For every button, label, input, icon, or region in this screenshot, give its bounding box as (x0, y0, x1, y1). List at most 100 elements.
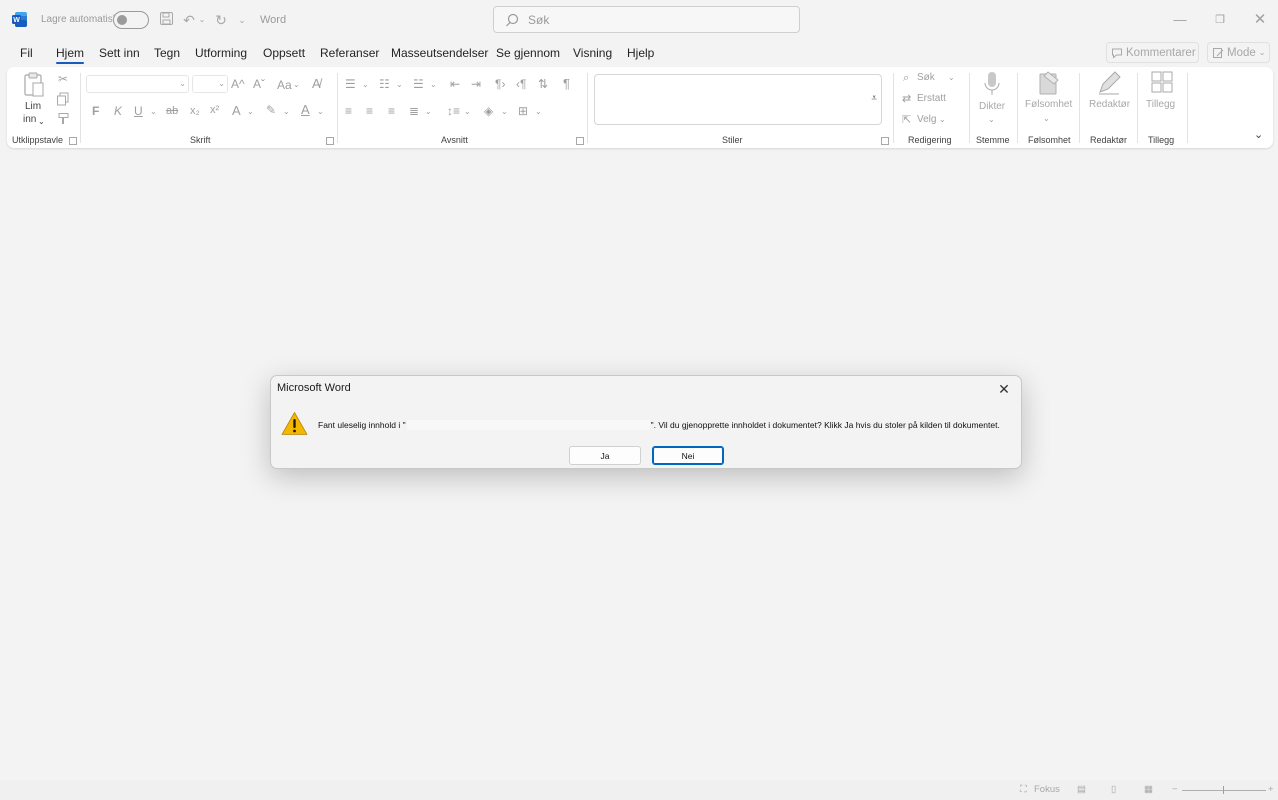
underline-button[interactable]: U (134, 103, 143, 119)
print-layout-icon[interactable]: ▯ (1111, 784, 1116, 795)
zoom-in-icon[interactable]: + (1268, 784, 1274, 795)
focus-icon[interactable]: ⛶ (1020, 784, 1027, 795)
tab-visning[interactable]: Visning (573, 46, 612, 60)
styles-gallery[interactable]: ⩡ (594, 74, 882, 125)
find-button[interactable]: Søk (917, 70, 935, 86)
paste-icon[interactable] (23, 71, 45, 99)
tab-utforming[interactable]: Utforming (195, 46, 247, 60)
tab-fil[interactable]: Fil (20, 46, 33, 60)
change-case-button[interactable]: Aa (277, 77, 292, 93)
tab-se-gjennom[interactable]: Se gjennom (496, 46, 560, 60)
show-formatting-icon[interactable]: ¶ (563, 76, 570, 92)
bullets-dropdown-icon[interactable]: ⌄ (362, 77, 369, 93)
text-effects-icon[interactable]: A (232, 103, 241, 119)
comments-button[interactable]: Kommentarer (1106, 42, 1199, 63)
zoom-slider-thumb[interactable] (1223, 786, 1224, 794)
select-icon[interactable]: ⇱ (902, 112, 911, 128)
line-spacing-icon[interactable]: ↕≡ (447, 103, 460, 119)
rtl-icon[interactable]: ‹¶ (516, 76, 526, 92)
redo-icon[interactable]: ↻ (212, 11, 230, 29)
numbering-icon[interactable]: ☷ (379, 76, 390, 92)
collapse-ribbon-icon[interactable]: ⌄ (1254, 127, 1263, 143)
line-spacing-dropdown-icon[interactable]: ⌄ (464, 104, 471, 120)
read-mode-icon[interactable]: ▤ (1077, 784, 1086, 795)
align-center-icon[interactable]: ≡ (366, 103, 373, 119)
select-button[interactable]: Velg (917, 112, 936, 128)
sort-icon[interactable]: ⇅ (538, 76, 548, 92)
styles-more-icon[interactable]: ⩡ (871, 91, 877, 107)
borders-dropdown-icon[interactable]: ⌄ (535, 104, 542, 120)
change-case-dropdown-icon[interactable]: ⌄ (293, 77, 300, 93)
font-color-dropdown-icon[interactable]: ⌄ (317, 104, 324, 120)
tab-referanser[interactable]: Referanser (320, 46, 379, 60)
select-dropdown-icon[interactable]: ⌄ (939, 112, 946, 128)
tab-sett-inn[interactable]: Sett inn (99, 46, 140, 60)
zoom-slider[interactable] (1182, 790, 1266, 791)
multilevel-list-icon[interactable]: ☱ (413, 76, 424, 92)
no-button[interactable]: Nei (652, 446, 724, 465)
paste-dropdown-icon[interactable]: ⌄ (38, 114, 45, 130)
font-color-icon[interactable]: A (301, 102, 310, 118)
zoom-out-icon[interactable]: − (1172, 784, 1178, 795)
shading-dropdown-icon[interactable]: ⌄ (501, 104, 508, 120)
find-dropdown-icon[interactable]: ⌄ (948, 70, 955, 86)
editor-label[interactable]: Redaktør (1089, 99, 1130, 110)
multilevel-dropdown-icon[interactable]: ⌄ (430, 77, 437, 93)
restore-icon[interactable]: ❐ (1212, 12, 1228, 28)
sensitivity-icon[interactable] (1037, 70, 1061, 96)
grow-font-button[interactable]: A^ (231, 76, 245, 92)
tab-tegn[interactable]: Tegn (154, 46, 180, 60)
replace-icon[interactable]: ⇄ (902, 91, 911, 107)
autosave-toggle[interactable] (113, 11, 149, 29)
justify-icon[interactable]: ≣ (409, 103, 419, 119)
tab-masseutsendelser[interactable]: Masseutsendelser (391, 46, 488, 60)
shrink-font-button[interactable]: Aˇ (253, 76, 265, 92)
undo-dropdown-icon[interactable]: ⌄ (197, 11, 207, 29)
highlight-dropdown-icon[interactable]: ⌄ (283, 104, 290, 120)
focus-label[interactable]: Fokus (1034, 784, 1060, 795)
tab-hjem[interactable]: Hjem (56, 46, 85, 64)
justify-dropdown-icon[interactable]: ⌄ (425, 104, 432, 120)
sensitivity-label[interactable]: Følsomhet (1025, 99, 1072, 110)
superscript-button[interactable]: x² (210, 102, 219, 118)
copy-icon[interactable] (56, 92, 70, 106)
tab-hjelp[interactable]: Hjelp (627, 46, 654, 60)
shading-icon[interactable]: ◈ (484, 103, 493, 119)
find-icon[interactable]: ⌕ (903, 70, 909, 86)
increase-indent-icon[interactable]: ⇥ (471, 76, 481, 92)
italic-button[interactable]: K (114, 103, 122, 119)
underline-dropdown-icon[interactable]: ⌄ (150, 104, 157, 120)
clear-formatting-icon[interactable]: A̸ (312, 76, 321, 92)
sensitivity-dropdown-icon[interactable]: ⌄ (1043, 111, 1050, 127)
clipboard-launcher-icon[interactable] (69, 137, 77, 145)
search-box[interactable]: Søk (493, 6, 800, 33)
text-effects-dropdown-icon[interactable]: ⌄ (247, 104, 254, 120)
add-ins-icon[interactable] (1150, 70, 1174, 94)
minimize-icon[interactable]: — (1172, 12, 1188, 28)
numbering-dropdown-icon[interactable]: ⌄ (396, 77, 403, 93)
save-icon[interactable] (157, 11, 175, 29)
borders-icon[interactable]: ⊞ (518, 103, 528, 119)
format-painter-icon[interactable] (56, 112, 70, 126)
bullets-icon[interactable]: ☰ (345, 76, 356, 92)
styles-launcher-icon[interactable] (881, 137, 889, 145)
close-icon[interactable]: ✕ (993, 379, 1015, 399)
font-size-dropdown[interactable]: ⌄ (192, 75, 228, 93)
ltr-icon[interactable]: ¶› (495, 76, 505, 92)
yes-button[interactable]: Ja (569, 446, 641, 465)
undo-icon[interactable]: ↶ (180, 11, 198, 29)
dictate-dropdown-icon[interactable]: ⌄ (988, 112, 995, 128)
paragraph-launcher-icon[interactable] (576, 137, 584, 145)
highlight-icon[interactable]: ✎ (266, 102, 276, 118)
web-layout-icon[interactable]: ▦ (1144, 784, 1153, 795)
decrease-indent-icon[interactable]: ⇤ (450, 76, 460, 92)
subscript-button[interactable]: x₂ (190, 103, 200, 119)
replace-button[interactable]: Erstatt (917, 91, 946, 107)
align-right-icon[interactable]: ≡ (388, 103, 395, 119)
align-left-icon[interactable]: ≡ (345, 103, 352, 119)
bold-button[interactable]: F (92, 103, 99, 119)
strikethrough-button[interactable]: ab (166, 103, 178, 119)
font-name-dropdown[interactable]: ⌄ (86, 75, 189, 93)
font-launcher-icon[interactable] (326, 137, 334, 145)
mode-button[interactable]: Mode ⌄ (1207, 42, 1270, 63)
